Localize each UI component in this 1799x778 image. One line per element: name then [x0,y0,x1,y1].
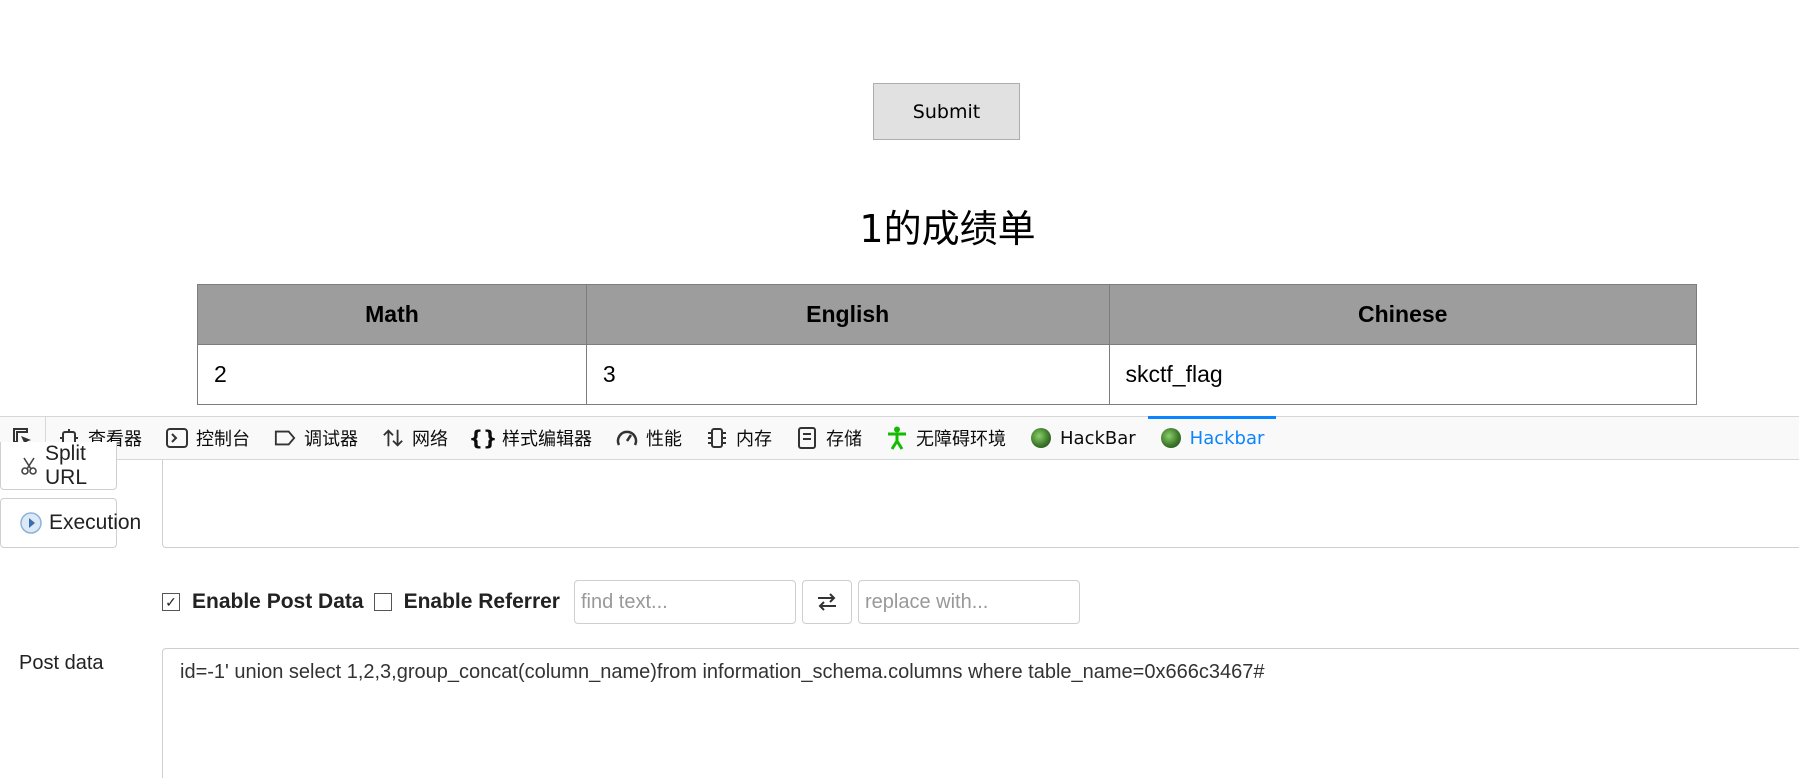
tab-label: 控制台 [196,429,250,450]
tab-label: 无障碍环境 [916,429,1006,450]
enable-post-data-label: Enable Post Data [192,590,364,613]
execution-button[interactable]: Execution [0,498,141,548]
accessibility-icon [886,426,908,450]
hackbar-icon [1030,427,1052,449]
tab-style-editor[interactable]: {} 样式编辑器 [460,417,604,459]
tab-label: 调试器 [304,429,358,450]
find-text-input[interactable] [573,580,796,624]
table-row: 2 3 skctf_flag [197,344,1697,405]
tab-accessibility[interactable]: 无障碍环境 [874,417,1018,459]
tab-label: 网络 [412,429,448,450]
scissors-icon [19,456,39,476]
console-icon [166,427,188,449]
tab-label: 样式编辑器 [502,429,592,450]
devtools-toolbar: 查看器 控制台 调试器 网络 {} 样式编辑器 性能 内存 存储 无障碍环境 H… [0,416,1799,460]
replace-text-input[interactable] [857,580,1080,624]
tab-label: Hackbar [1189,427,1265,449]
web-page: Submit 1的成绩单 Math English Chinese 2 3 sk… [0,0,1799,416]
cell-chinese: skctf_flag [1108,344,1697,405]
url-textarea[interactable] [162,460,1799,548]
tab-debugger[interactable]: 调试器 [262,417,370,459]
tab-memory[interactable]: 内存 [694,417,784,459]
post-data-textarea[interactable]: id=-1' union select 1,2,3,group_concat(c… [162,648,1799,778]
play-icon [19,511,43,535]
tab-performance[interactable]: 性能 [604,417,694,459]
enable-referrer-label: Enable Referrer [403,590,560,613]
split-url-label: Split URL [45,441,88,489]
page-title: 1的成绩单 [859,207,1036,251]
tab-storage[interactable]: 存储 [784,417,874,459]
tab-label: HackBar [1060,427,1136,449]
options-row: ✓ Enable Post Data Enable Referrer [162,580,1080,624]
header-chinese: Chinese [1108,284,1697,345]
tab-network[interactable]: 网络 [370,417,460,459]
cell-english: 3 [585,344,1110,405]
swap-button[interactable] [801,580,852,624]
table-header-row: Math English Chinese [197,284,1697,345]
enable-post-data-checkbox[interactable]: ✓ [162,593,180,611]
hackbar-icon [1160,427,1182,449]
debugger-icon [274,427,296,449]
cell-math: 2 [197,344,587,405]
header-english: English [585,284,1110,345]
memory-icon [706,427,728,449]
scores-table: Math English Chinese 2 3 skctf_flag [197,284,1697,405]
network-icon [382,427,404,449]
tab-console[interactable]: 控制台 [154,417,262,459]
swap-icon [817,593,836,611]
performance-icon [616,427,638,449]
hackbar-panel: Split URL Execution ✓ Enable Post Data E… [0,442,1799,778]
enable-referrer-checkbox[interactable] [373,593,392,611]
tab-label: 内存 [736,429,772,450]
tab-label: 存储 [826,429,862,450]
tab-hackbar-2[interactable]: Hackbar [1147,416,1277,459]
execution-label: Execution [49,511,142,534]
split-url-button[interactable]: Split URL [0,442,117,490]
style-editor-icon: {} [468,426,498,450]
header-math: Math [197,284,587,345]
storage-icon [796,427,818,449]
submit-button[interactable]: Submit [873,83,1020,140]
tab-hackbar-1[interactable]: HackBar [1018,417,1148,459]
post-data-label: Post data [19,652,104,674]
tab-label: 性能 [646,429,682,450]
